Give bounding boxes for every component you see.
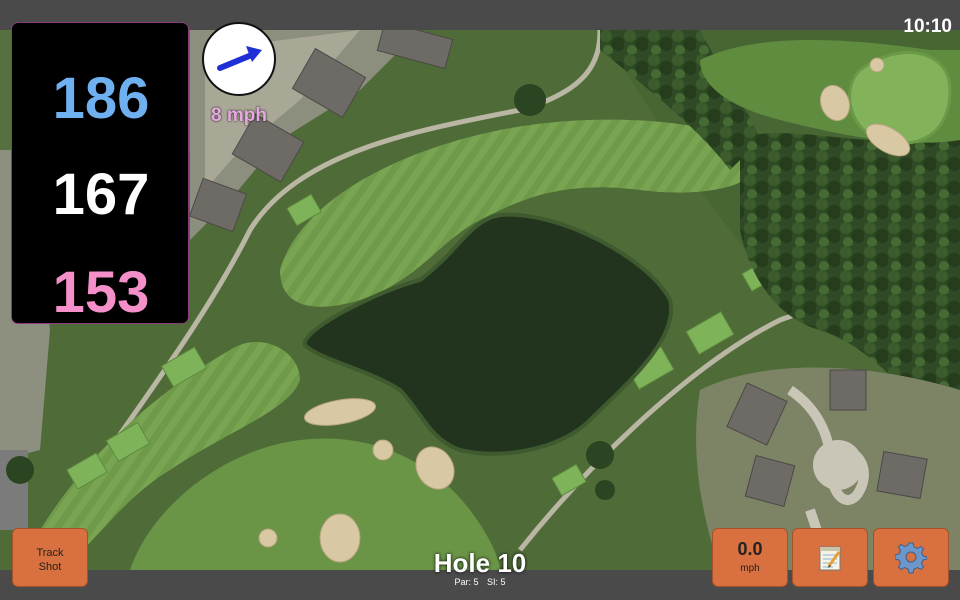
track-shot-button[interactable]: Track Shot xyxy=(12,528,88,587)
wind-speed: 8 mph xyxy=(211,105,267,126)
clock: 10:10 xyxy=(903,16,952,37)
back-of-green-distance: 186 xyxy=(52,66,150,131)
hole-title: Hole 10 xyxy=(433,548,527,578)
arrow-right-icon xyxy=(217,46,262,71)
front-of-green-distance: 153 xyxy=(52,260,150,325)
hole-stroke-index: SI: 5 xyxy=(487,577,506,587)
gear-icon xyxy=(895,542,927,573)
distance-panel: 186 167 153 xyxy=(11,22,189,325)
speed-unit: mph xyxy=(740,563,760,574)
middle-of-green-distance: 167 xyxy=(52,162,150,227)
wind-direction-indicator xyxy=(202,22,276,96)
hole-details: Par: 5 SI: 5 xyxy=(380,577,580,587)
golf-gps-screen: 10:10 186 167 153 8 mph Track Shot 0.0 m… xyxy=(0,0,960,600)
track-shot-label: Track Shot xyxy=(36,547,64,573)
notes-button[interactable] xyxy=(792,528,868,587)
notepad-icon xyxy=(819,546,841,570)
speed-button[interactable]: 0.0 mph xyxy=(712,528,788,587)
hole-par: Par: 5 xyxy=(454,577,479,587)
speed-value: 0.0 xyxy=(737,539,763,559)
settings-button[interactable] xyxy=(873,528,949,587)
